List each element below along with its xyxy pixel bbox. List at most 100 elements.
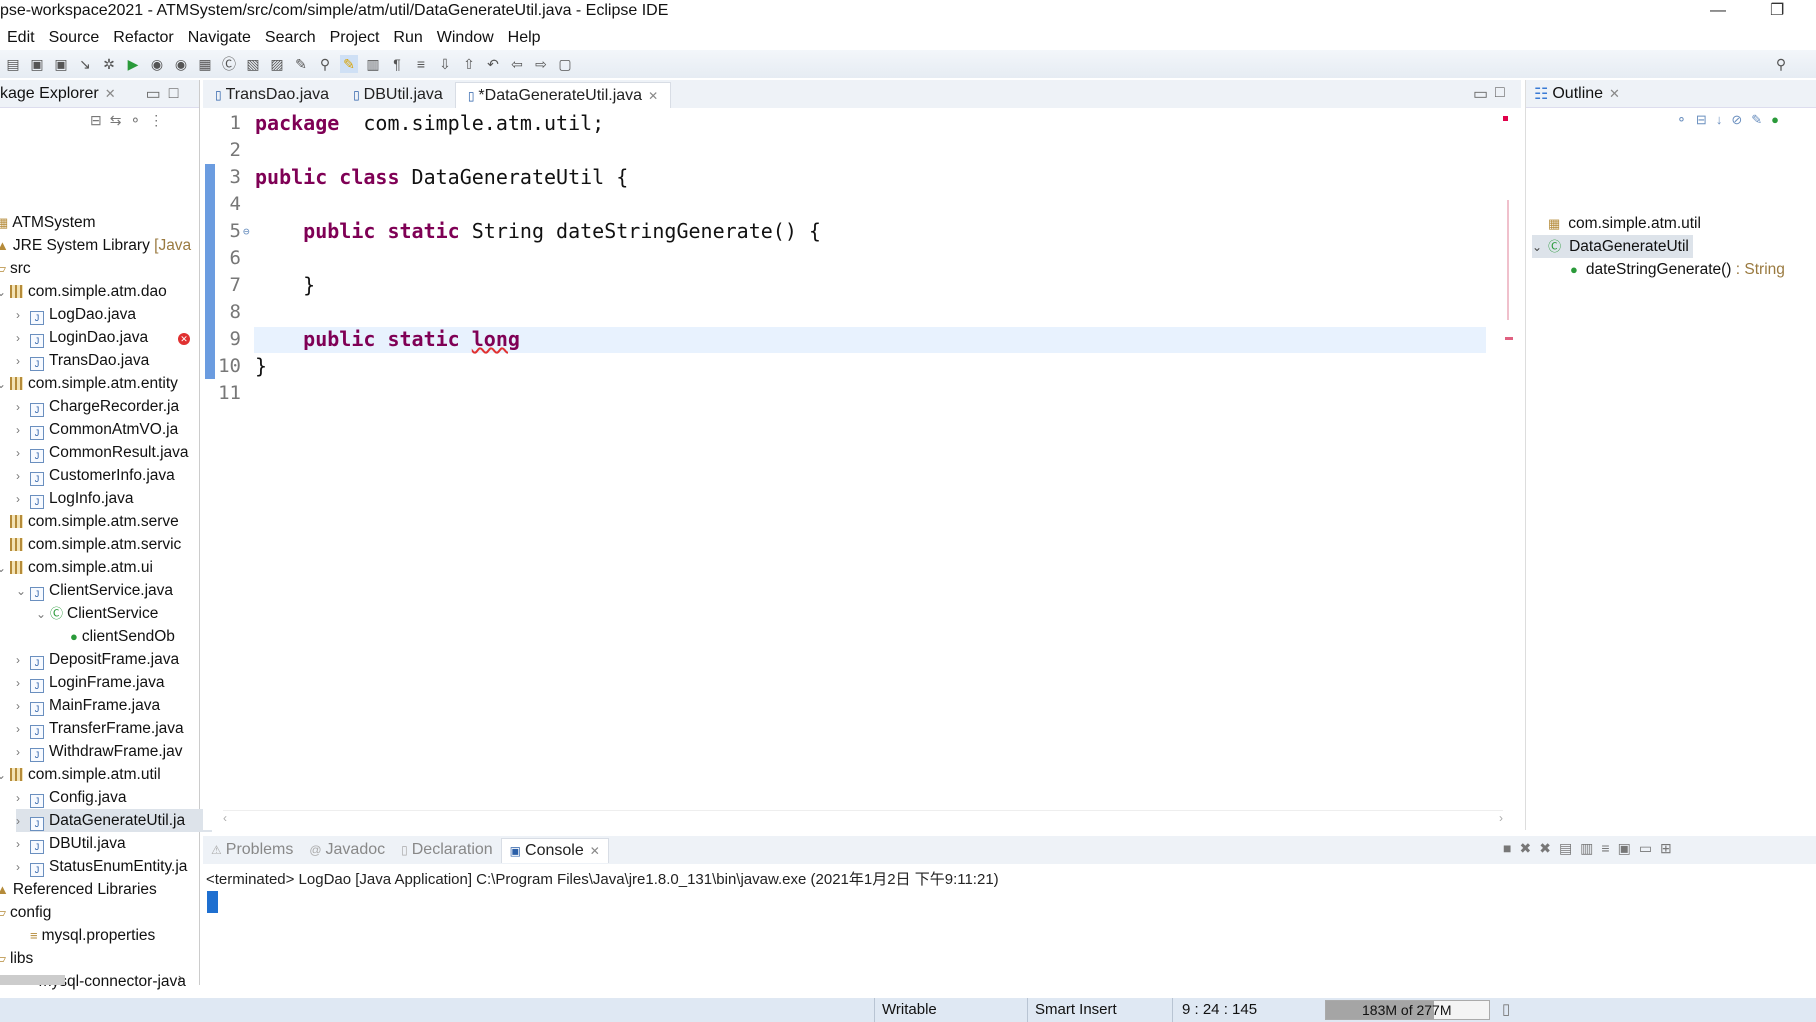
chevron-right-icon[interactable]: › [16, 695, 30, 717]
tree-item[interactable]: › J LogInfo.java [16, 487, 212, 510]
tree-item[interactable]: › J CustomerInfo.java [16, 464, 212, 487]
hide-static-icon[interactable]: ✎ [1751, 112, 1771, 127]
tree-item[interactable]: › J ChargeRecorder.ja [16, 395, 212, 418]
search-icon[interactable]: ✎ [292, 55, 310, 73]
chevron-right-icon[interactable]: › [16, 672, 30, 694]
block-select-icon[interactable]: ▥ [364, 55, 382, 73]
chevron-down-icon[interactable]: ⌄ [0, 281, 10, 303]
tree-item[interactable]: ▱ libs [0, 947, 192, 970]
chevron-right-icon[interactable]: › [16, 787, 30, 809]
hide-nonpublic-icon[interactable]: ● [1771, 112, 1788, 127]
menu-navigate[interactable]: Navigate [181, 25, 258, 50]
tree-item[interactable]: › J DBUtil.java [16, 832, 212, 855]
tree-item[interactable]: › com.simple.atm.serve [0, 510, 192, 533]
tree-item[interactable]: › J DepositFrame.java [16, 648, 212, 671]
next-annotation-icon[interactable]: ⇩ [436, 55, 454, 73]
chevron-down-icon[interactable]: ⌄ [1532, 240, 1542, 254]
garbage-collect-icon[interactable]: ▯ [1502, 998, 1510, 1022]
chevron-right-icon[interactable]: › [0, 511, 10, 533]
remove-all-icon[interactable]: ✖ [1539, 840, 1559, 856]
tree-item[interactable]: › J StatusEnumEntity.ja [16, 855, 212, 878]
editor-minimize-icon[interactable]: ▭ [1473, 84, 1488, 104]
editor-tab[interactable]: ▯ DBUtil.java [341, 82, 455, 108]
editor-tab[interactable]: ▯ TransDao.java [203, 82, 341, 108]
code-area[interactable]: 1 package com.simple.atm.util; 2 3 public cl… [178, 110, 1493, 800]
chevron-right-icon[interactable]: › [16, 833, 30, 855]
menu-refactor[interactable]: Refactor [106, 25, 180, 50]
terminate-icon[interactable]: ■ [1503, 840, 1519, 856]
tab-problems[interactable]: ⚠ Problems [203, 838, 301, 862]
menu-source[interactable]: Source [42, 25, 107, 50]
tree-item[interactable]: ▱ src [0, 257, 192, 280]
sort-icon[interactable]: ↓ [1716, 112, 1732, 127]
chevron-right-icon[interactable]: › [16, 718, 30, 740]
tree-item[interactable]: ▦ ATMSystem [0, 211, 192, 234]
chevron-down-icon[interactable]: ⌄ [0, 373, 10, 395]
mark-occurrences-icon[interactable]: ✎ [340, 55, 358, 73]
menu-help[interactable]: Help [501, 25, 548, 50]
maximize-icon[interactable]: □ [169, 85, 179, 103]
chevron-right-icon[interactable]: › [16, 304, 30, 326]
heap-status[interactable]: 183M of 277M [1325, 1000, 1490, 1020]
tree-item[interactable]: › J Config.java [16, 786, 212, 809]
last-edit-icon[interactable]: ↶ [484, 55, 502, 73]
chevron-right-icon[interactable]: › [16, 350, 30, 372]
outline-item[interactable]: ● dateStringGenerate() : String [1570, 258, 1785, 281]
tree-item[interactable]: › J CommonAtmVO.ja [16, 418, 212, 441]
minimize-button[interactable]: — [1710, 0, 1726, 22]
menu-project[interactable]: Project [323, 25, 387, 50]
editor-horizontal-scrollbar[interactable]: ‹ › [223, 810, 1503, 825]
chevron-right-icon[interactable]: › [0, 534, 10, 556]
tree-item[interactable]: ▲JRE System Library [JavaS [0, 234, 192, 257]
search-icon[interactable]: ⚲ [1772, 55, 1790, 73]
link-editor-icon[interactable]: ⇆ [110, 112, 130, 128]
outline-item[interactable]: ⌄ Ⓒ DataGenerateUtil [1532, 235, 1693, 258]
close-icon[interactable]: ✕ [105, 86, 116, 102]
debug-icon[interactable]: ✲ [100, 55, 118, 73]
close-icon[interactable]: ✕ [648, 89, 658, 103]
toggle-breadcrumb-icon[interactable]: ↘ [76, 55, 94, 73]
tree-item[interactable]: › J MainFrame.java [16, 694, 212, 717]
pin-console-icon[interactable]: ▣ [1618, 840, 1639, 856]
outline-tab[interactable]: Outline [1552, 85, 1603, 103]
tree-item[interactable]: › com.simple.atm.servic [0, 533, 192, 556]
chevron-right-icon[interactable]: › [16, 488, 30, 510]
clear-console-icon[interactable]: ▤ [1559, 840, 1580, 856]
new-class-icon[interactable]: Ⓒ [220, 55, 238, 73]
menu-search[interactable]: Search [258, 25, 323, 50]
tree-item[interactable]: ⌄ com.simple.atm.ui [0, 556, 192, 579]
collapse-all-icon[interactable]: ⊟ [90, 112, 110, 128]
tab-console[interactable]: ▣ Console ✕ [500, 837, 609, 863]
chevron-right-icon[interactable]: › [16, 396, 30, 418]
scroll-lock-icon[interactable]: ▥ [1580, 840, 1601, 856]
error-overview-marker[interactable] [1503, 116, 1508, 121]
minimize-icon[interactable]: ▭ [146, 84, 161, 104]
tree-item[interactable]: ⌄ com.simple.atm.entity [0, 372, 192, 395]
back-icon[interactable]: ⇦ [508, 55, 526, 73]
vertical-scrollbar[interactable] [1507, 200, 1509, 320]
focus-icon[interactable]: ⚬ [1676, 112, 1696, 127]
focus-icon[interactable]: ⚬ [129, 112, 149, 128]
tree-item[interactable]: ▲ Referenced Libraries [0, 878, 192, 901]
chevron-down-icon[interactable]: ⌄ [16, 580, 30, 602]
tree-item[interactable]: › J WithdrawFrame.jav [16, 740, 212, 763]
save-all-icon[interactable]: ▣ [52, 55, 70, 73]
chevron-right-icon[interactable]: › [16, 419, 30, 441]
error-icon[interactable]: ✕ [178, 333, 190, 345]
restore-button[interactable]: ❐ [1770, 0, 1784, 22]
chevron-down-icon[interactable]: ⌄ [36, 603, 50, 625]
new-icon[interactable]: ▤ [4, 55, 22, 73]
menu-run[interactable]: Run [386, 25, 429, 50]
close-icon[interactable]: ✕ [590, 844, 600, 858]
fold-icon[interactable]: ⊖ [243, 218, 250, 245]
tree-item[interactable]: › J TransferFrame.java [16, 717, 212, 740]
annotation-icon[interactable]: ⚲ [316, 55, 334, 73]
open-perspective-icon[interactable]: ▢ [556, 55, 574, 73]
tree-item[interactable]: ⌄ J ClientService.java [16, 579, 212, 602]
tab-declaration[interactable]: ▯ Declaration [393, 838, 501, 862]
tree-item[interactable]: ⌄ com.simple.atm.util [0, 763, 192, 786]
tree-item[interactable]: › J TransDao.java [16, 349, 212, 372]
tree-item[interactable]: ▱ config [0, 901, 192, 924]
outline-item[interactable]: ▦ com.simple.atm.util [1548, 212, 1701, 235]
chevron-right-icon[interactable]: › [16, 810, 30, 832]
